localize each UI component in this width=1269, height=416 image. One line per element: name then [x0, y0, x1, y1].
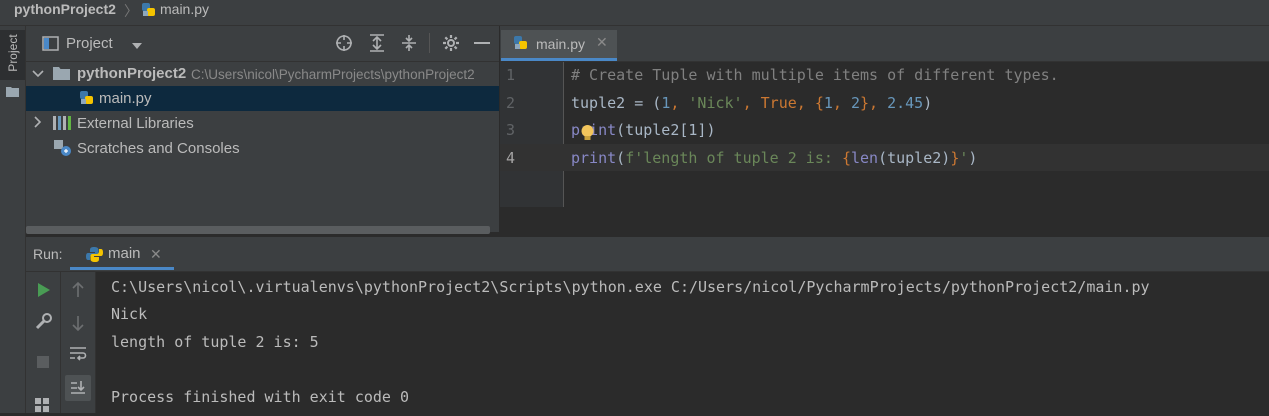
tree-row-selected[interactable]	[26, 86, 499, 111]
project-panel-title[interactable]: Project	[66, 35, 113, 53]
line-number: 1	[506, 66, 516, 84]
code-builtin: len	[850, 149, 879, 167]
close-icon[interactable]: ✕	[150, 246, 162, 263]
code-token: },	[860, 94, 888, 112]
breadcrumb-file[interactable]: main.py	[160, 1, 209, 18]
expand-all-icon[interactable]	[369, 34, 385, 55]
editor-tab-label: main.py	[536, 36, 586, 52]
toolbar-divider	[429, 33, 430, 53]
code-number: 1	[823, 94, 833, 112]
line-number: 4	[506, 149, 516, 167]
code-number: 1	[661, 94, 671, 112]
close-icon[interactable]: ✕	[596, 34, 608, 51]
console-line: Process finished with exit code 0	[111, 388, 410, 406]
active-tab-indicator	[501, 58, 617, 61]
code-keyword: True	[760, 94, 797, 112]
code-number: 2	[850, 94, 860, 112]
project-window-icon	[42, 35, 59, 55]
code-token: )	[923, 94, 933, 112]
code-token: (tuple2[1])	[616, 121, 716, 139]
run-tab-label[interactable]: main	[108, 245, 141, 262]
arrow-up-icon[interactable]	[71, 281, 85, 301]
code-string: 'Nick'	[688, 94, 743, 112]
code-token: {	[841, 149, 851, 167]
project-tool-tab-label: Project	[6, 34, 20, 72]
folder-icon	[6, 84, 19, 100]
code-token: , {	[796, 94, 824, 112]
code-line-4[interactable]: print(f'length of tuple 2 is: {len(tuple…	[571, 149, 977, 167]
code-token: tuple2 = (	[571, 94, 662, 112]
console-line: C:\Users\nicol\.virtualenvs\pythonProjec…	[111, 278, 1150, 296]
code-token: }	[950, 149, 960, 167]
rerun-icon[interactable]	[37, 282, 51, 301]
run-panel-header	[26, 237, 1269, 272]
horizontal-scrollbar[interactable]	[26, 226, 490, 234]
code-token: ,	[832, 94, 851, 112]
chevron-right-icon[interactable]	[33, 115, 43, 131]
scratches-icon	[53, 139, 73, 160]
run-panel-label: Run:	[33, 246, 63, 262]
code-line-2[interactable]: tuple2 = (1, 'Nick', True, {1, 2}, 2.45)	[571, 94, 932, 112]
python-icon	[86, 246, 103, 266]
tree-item-main-py[interactable]: main.py	[99, 90, 152, 108]
minimize-icon[interactable]	[474, 42, 490, 44]
code-token: )	[968, 149, 978, 167]
breadcrumb-project[interactable]: pythonProject2	[14, 1, 116, 18]
locate-file-icon[interactable]	[335, 34, 353, 55]
line-number: 3	[506, 121, 516, 139]
lightbulb-icon[interactable]	[580, 124, 595, 145]
tree-root-path: C:\Users\nicol\PycharmProjects\pythonPro…	[191, 67, 475, 82]
code-line-1[interactable]: # Create Tuple with multiple items of di…	[571, 66, 1059, 84]
code-number: 2.45	[887, 94, 924, 112]
arrow-down-icon[interactable]	[71, 315, 85, 334]
console-line: Nick	[111, 305, 148, 323]
gear-icon[interactable]	[442, 34, 460, 55]
code-token: ,	[742, 94, 761, 112]
tree-item-external-libraries[interactable]: External Libraries	[77, 115, 194, 133]
code-builtin: print	[571, 149, 617, 167]
line-number: 2	[506, 94, 516, 112]
soft-wrap-icon[interactable]	[69, 346, 87, 365]
wrench-icon[interactable]	[35, 313, 52, 333]
python-file-icon	[141, 2, 157, 21]
code-token: ,	[670, 94, 689, 112]
tree-item-scratches[interactable]: Scratches and Consoles	[77, 140, 240, 158]
python-file-icon	[79, 90, 95, 109]
breadcrumb-separator-icon: 〉	[124, 3, 138, 19]
active-tab-indicator	[70, 267, 174, 270]
code-token: (	[616, 149, 626, 167]
layout-icon[interactable]	[34, 397, 51, 416]
code-string: f'length of tuple 2 is:	[625, 149, 842, 167]
tree-root-name[interactable]: pythonProject2	[77, 65, 186, 83]
code-comment: # Create Tuple with multiple items of di…	[571, 66, 1059, 84]
chevron-down-icon[interactable]	[131, 38, 143, 54]
stop-icon[interactable]	[36, 355, 50, 372]
libraries-icon	[53, 115, 73, 133]
console-line: length of tuple 2 is: 5	[111, 333, 319, 351]
chevron-down-icon[interactable]	[32, 66, 44, 82]
code-token: (tuple2)	[878, 149, 951, 167]
python-file-icon	[513, 35, 529, 54]
folder-icon	[53, 66, 70, 83]
collapse-all-icon[interactable]	[401, 34, 417, 55]
scroll-to-end-button[interactable]	[65, 375, 91, 401]
